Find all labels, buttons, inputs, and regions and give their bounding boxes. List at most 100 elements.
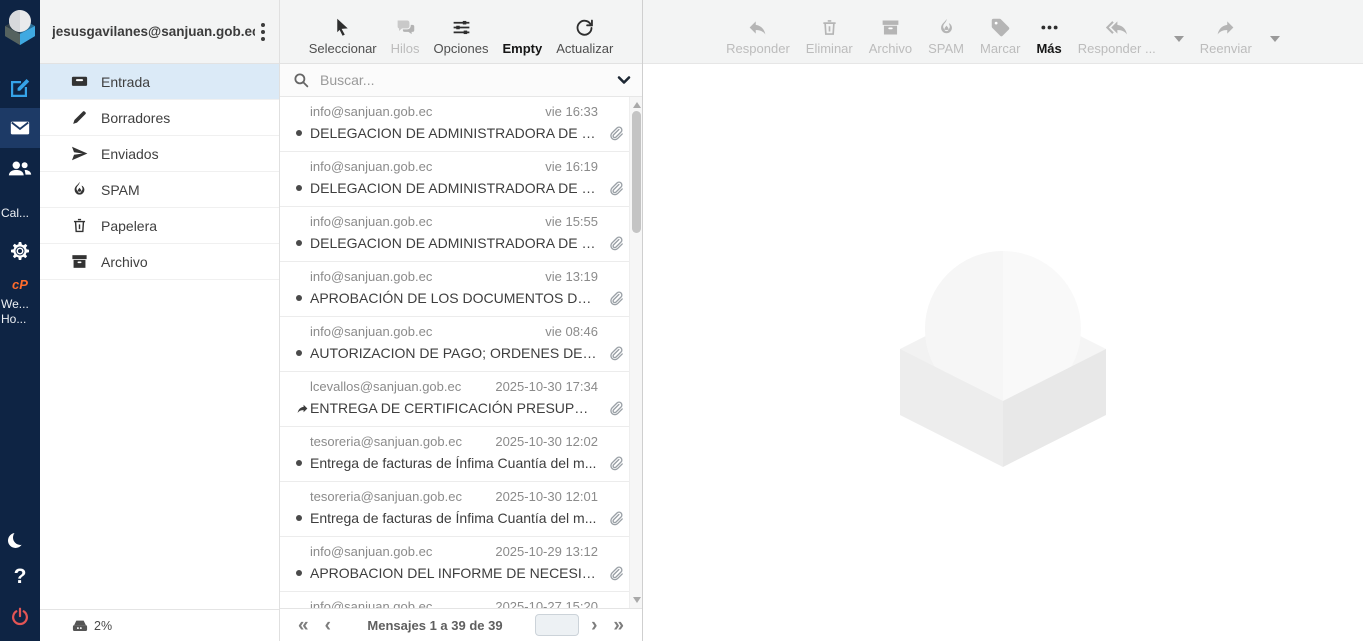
search-icon bbox=[292, 71, 310, 89]
calendar-link[interactable]: Cal... bbox=[0, 206, 40, 221]
message-subject: DELEGACION DE ADMINISTRADORA DE OR... bbox=[310, 125, 598, 141]
cpanel-link[interactable]: cP bbox=[0, 271, 40, 297]
message-row[interactable]: info@sanjuan.gob.ec 2025-10-29 13:12 APR… bbox=[280, 537, 642, 592]
scrollbar-thumb[interactable] bbox=[632, 111, 641, 233]
spam-button[interactable]: SPAM bbox=[928, 17, 964, 56]
folder-enviados[interactable]: Enviados bbox=[40, 136, 279, 172]
mail-nav-button[interactable] bbox=[0, 108, 40, 148]
message-subject: Entrega de facturas de Ínfima Cuantía de… bbox=[310, 510, 598, 526]
gear-icon bbox=[8, 239, 32, 263]
account-menu[interactable]: jesusgavilanes@sanjuan.gob.ec bbox=[40, 0, 279, 64]
reply-all-button[interactable]: Responder ... bbox=[1078, 17, 1156, 56]
reply-button[interactable]: Responder bbox=[726, 17, 790, 56]
account-email: jesusgavilanes@sanjuan.gob.ec bbox=[52, 24, 255, 39]
select-button[interactable]: Seleccionar bbox=[309, 17, 377, 56]
message-sender: tesoreria@sanjuan.gob.ec bbox=[310, 434, 462, 449]
folder-spam[interactable]: SPAM bbox=[40, 172, 279, 208]
unread-dot-icon bbox=[296, 240, 302, 246]
contacts-button[interactable] bbox=[0, 148, 40, 188]
paperclip-icon bbox=[607, 565, 624, 582]
next-page-button[interactable]: › bbox=[587, 616, 601, 635]
search-input[interactable] bbox=[320, 72, 616, 88]
compose-button[interactable] bbox=[0, 68, 40, 108]
folder-panel: jesusgavilanes@sanjuan.gob.ec Entrada Bo… bbox=[40, 0, 280, 641]
refresh-button[interactable]: Actualizar bbox=[556, 17, 613, 56]
message-sender: tesoreria@sanjuan.gob.ec bbox=[310, 489, 462, 504]
mark-button[interactable]: Marcar bbox=[980, 17, 1020, 56]
archive-button[interactable]: Archivo bbox=[869, 17, 912, 56]
message-row[interactable]: info@sanjuan.gob.ec 2025-10-27 15:20 bbox=[280, 592, 642, 608]
message-row[interactable]: tesoreria@sanjuan.gob.ec 2025-10-30 12:0… bbox=[280, 427, 642, 482]
quota-indicator: 2% bbox=[40, 609, 279, 641]
unread-dot-icon bbox=[296, 295, 302, 301]
paperclip-icon bbox=[607, 180, 624, 197]
scrollbar-down-icon[interactable] bbox=[633, 597, 641, 603]
message-date: 2025-10-27 15:20 bbox=[495, 599, 598, 608]
moon-icon bbox=[13, 530, 28, 545]
message-date: vie 13:19 bbox=[545, 269, 598, 284]
message-subject: AUTORIZACION DE PAGO; ORDENES DE CO... bbox=[310, 345, 598, 361]
folder-archivo[interactable]: Archivo bbox=[40, 244, 279, 280]
message-date: vie 08:46 bbox=[545, 324, 598, 339]
webmail-app: Cal... cP We... Ho... ? bbox=[0, 0, 1363, 641]
message-row[interactable]: info@sanjuan.gob.ec vie 08:46 AUTORIZACI… bbox=[280, 317, 642, 372]
options-button[interactable]: Opciones bbox=[434, 17, 489, 56]
account-options-icon[interactable] bbox=[255, 19, 271, 45]
paperclip-icon bbox=[607, 510, 624, 527]
message-sender: lcevallos@sanjuan.gob.ec bbox=[310, 379, 461, 394]
message-row[interactable]: lcevallos@sanjuan.gob.ec 2025-10-30 17:3… bbox=[280, 372, 642, 427]
last-page-button[interactable]: » bbox=[609, 616, 628, 635]
paperclip-icon bbox=[607, 400, 624, 417]
folder-entrada[interactable]: Entrada bbox=[40, 64, 279, 100]
list-scrollbar[interactable] bbox=[629, 97, 642, 608]
snappymail-watermark-logo bbox=[897, 237, 1109, 469]
paperclip-icon bbox=[607, 290, 624, 307]
flame-icon bbox=[936, 17, 957, 38]
reply-icon bbox=[747, 17, 768, 38]
message-row[interactable]: tesoreria@sanjuan.gob.ec 2025-10-30 12:0… bbox=[280, 482, 642, 537]
list-toolbar: Seleccionar Hilos Opciones Empty bbox=[280, 0, 642, 64]
folder-borradores[interactable]: Borradores bbox=[40, 100, 279, 136]
reply-all-dropdown-icon[interactable] bbox=[1174, 36, 1184, 42]
message-row[interactable]: info@sanjuan.gob.ec vie 16:19 DELEGACION… bbox=[280, 152, 642, 207]
message-date: 2025-10-30 17:34 bbox=[495, 379, 598, 394]
more-button[interactable]: Más bbox=[1036, 17, 1061, 56]
logout-button[interactable] bbox=[0, 597, 40, 637]
message-sender: info@sanjuan.gob.ec bbox=[310, 159, 432, 174]
message-row[interactable]: info@sanjuan.gob.ec vie 15:55 DELEGACION… bbox=[280, 207, 642, 262]
unread-dot-icon bbox=[296, 460, 302, 466]
message-row[interactable]: info@sanjuan.gob.ec vie 13:19 APROBACIÓN… bbox=[280, 262, 642, 317]
delete-button[interactable]: Eliminar bbox=[806, 17, 853, 56]
prev-page-button[interactable]: ‹ bbox=[321, 616, 335, 635]
forward-dropdown-icon[interactable] bbox=[1270, 36, 1280, 42]
scrollbar-up-icon[interactable] bbox=[633, 102, 641, 108]
sliders-icon bbox=[451, 17, 472, 38]
settings-button[interactable] bbox=[0, 231, 40, 271]
message-subject: Entrega de facturas de Ínfima Cuantía de… bbox=[310, 455, 598, 471]
message-list-panel: Seleccionar Hilos Opciones Empty bbox=[280, 0, 643, 641]
webmail-home-link[interactable]: We... Ho... bbox=[0, 297, 40, 327]
inbox-icon bbox=[70, 72, 89, 91]
message-date: 2025-10-29 13:12 bbox=[495, 544, 598, 559]
dark-mode-toggle[interactable] bbox=[0, 517, 40, 557]
reader-toolbar: Responder Eliminar Archivo SPAM bbox=[643, 0, 1363, 64]
message-row[interactable]: info@sanjuan.gob.ec vie 16:33 DELEGACION… bbox=[280, 97, 642, 152]
forward-button[interactable]: Reenviar bbox=[1200, 17, 1252, 56]
folder-papelera[interactable]: Papelera bbox=[40, 208, 279, 244]
message-sender: info@sanjuan.gob.ec bbox=[310, 104, 432, 119]
help-button[interactable]: ? bbox=[0, 557, 40, 597]
message-subject: APROBACIÓN DE LOS DOCUMENTOS DE LA... bbox=[310, 290, 598, 306]
first-page-button[interactable]: « bbox=[294, 616, 313, 635]
threads-button[interactable]: Hilos bbox=[391, 17, 420, 56]
app-rail: Cal... cP We... Ho... ? bbox=[0, 0, 40, 641]
folder-list: Entrada Borradores Enviados SPAM bbox=[40, 64, 279, 609]
empty-button[interactable]: Empty bbox=[502, 41, 542, 56]
compose-icon bbox=[8, 76, 32, 100]
reply-all-icon bbox=[1106, 17, 1127, 38]
trash-icon bbox=[819, 17, 840, 38]
contacts-icon bbox=[7, 155, 33, 181]
paperclip-icon bbox=[607, 455, 624, 472]
page-number-input[interactable] bbox=[535, 614, 579, 636]
chevron-down-icon[interactable] bbox=[616, 72, 632, 88]
message-date: vie 15:55 bbox=[545, 214, 598, 229]
